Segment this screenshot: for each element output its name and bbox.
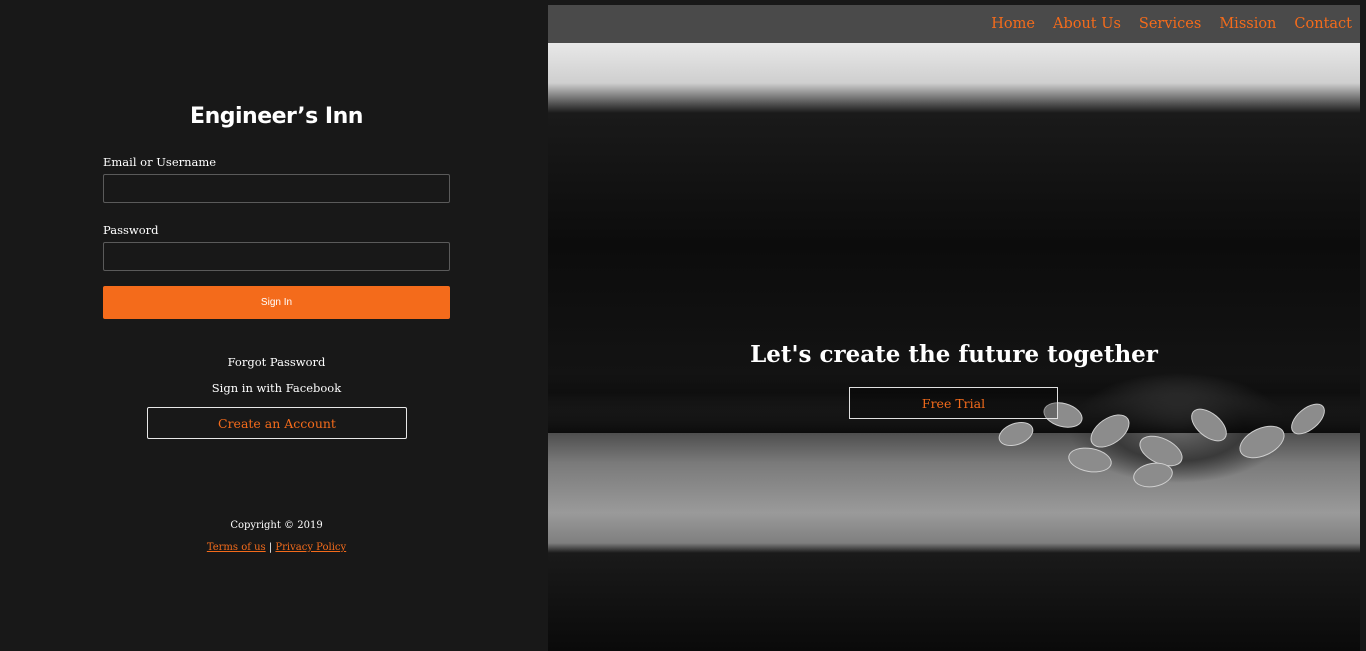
terms-link[interactable]: Terms of us <box>207 542 266 553</box>
nav-mission-link[interactable]: Mission <box>1219 16 1276 32</box>
login-panel: Engineer’s Inn Email or Username Passwor… <box>0 0 548 651</box>
nav-about-link[interactable]: About Us <box>1053 16 1121 32</box>
email-label: Email or Username <box>103 155 217 169</box>
hero-headline: Let's create the future together <box>750 341 1158 368</box>
email-field[interactable] <box>103 174 450 203</box>
free-trial-button[interactable]: Free Trial <box>849 387 1058 419</box>
brand-title: Engineer’s Inn <box>190 104 363 129</box>
sign-in-button[interactable]: Sign In <box>103 286 450 319</box>
hero-panel: Home About Us Services Mission Contact L… <box>548 5 1360 651</box>
top-navbar: Home About Us Services Mission Contact <box>548 5 1360 43</box>
password-label: Password <box>103 223 159 237</box>
copyright-text: Copyright © 2019 <box>230 520 323 531</box>
nav-contact-link[interactable]: Contact <box>1294 16 1352 32</box>
create-account-button[interactable]: Create an Account <box>147 407 407 439</box>
facebook-signin-link[interactable]: Sign in with Facebook <box>0 381 553 395</box>
nav-home-link[interactable]: Home <box>991 16 1035 32</box>
privacy-policy-link[interactable]: Privacy Policy <box>275 542 346 553</box>
forgot-password-link[interactable]: Forgot Password <box>0 355 553 369</box>
legal-separator: | <box>268 542 273 553</box>
legal-links: Terms of us | Privacy Policy <box>0 542 553 553</box>
password-field[interactable] <box>103 242 450 271</box>
nav-services-link[interactable]: Services <box>1139 16 1201 32</box>
seed-shape <box>1066 444 1114 476</box>
